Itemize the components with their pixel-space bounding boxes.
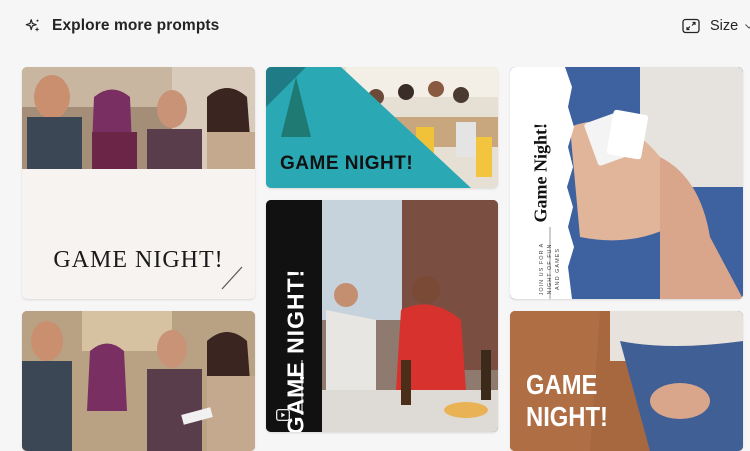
card-title: GAME NIGHT! bbox=[53, 247, 224, 273]
card-subtitle: JOIN US FOR A NIGHT OF FUN AND GAMES bbox=[539, 242, 561, 296]
chevron-down-icon bbox=[745, 24, 750, 29]
explore-prompts-button[interactable]: Explore more prompts bbox=[24, 14, 219, 38]
group-photo-image bbox=[22, 311, 255, 451]
resize-icon bbox=[682, 18, 700, 34]
card-title: Game Night! bbox=[530, 123, 551, 223]
card-title: GAME NIGHT! bbox=[282, 268, 309, 432]
template-card-5[interactable] bbox=[22, 311, 255, 451]
template-card-1[interactable]: GAME NIGHT! bbox=[22, 67, 255, 299]
sparkle-icon bbox=[25, 19, 40, 32]
size-dropdown[interactable]: Size bbox=[682, 14, 750, 38]
video-icon bbox=[276, 409, 290, 421]
template-card-3[interactable]: Game Night! JOIN US FOR A NIGHT OF FUN A… bbox=[510, 67, 743, 299]
card-title: GAME NIGHT! bbox=[280, 153, 414, 174]
size-label: Size bbox=[710, 18, 739, 34]
template-card-4[interactable]: GAME NIGHT! bbox=[266, 200, 498, 432]
template-card-2[interactable]: GAME NIGHT! bbox=[266, 67, 498, 188]
card-title: GAME NIGHT! bbox=[526, 369, 608, 432]
explore-prompts-label: Explore more prompts bbox=[52, 17, 220, 34]
toolbar: Explore more prompts Size bbox=[0, 0, 750, 52]
template-card-6[interactable]: GAME NIGHT! bbox=[510, 311, 743, 451]
